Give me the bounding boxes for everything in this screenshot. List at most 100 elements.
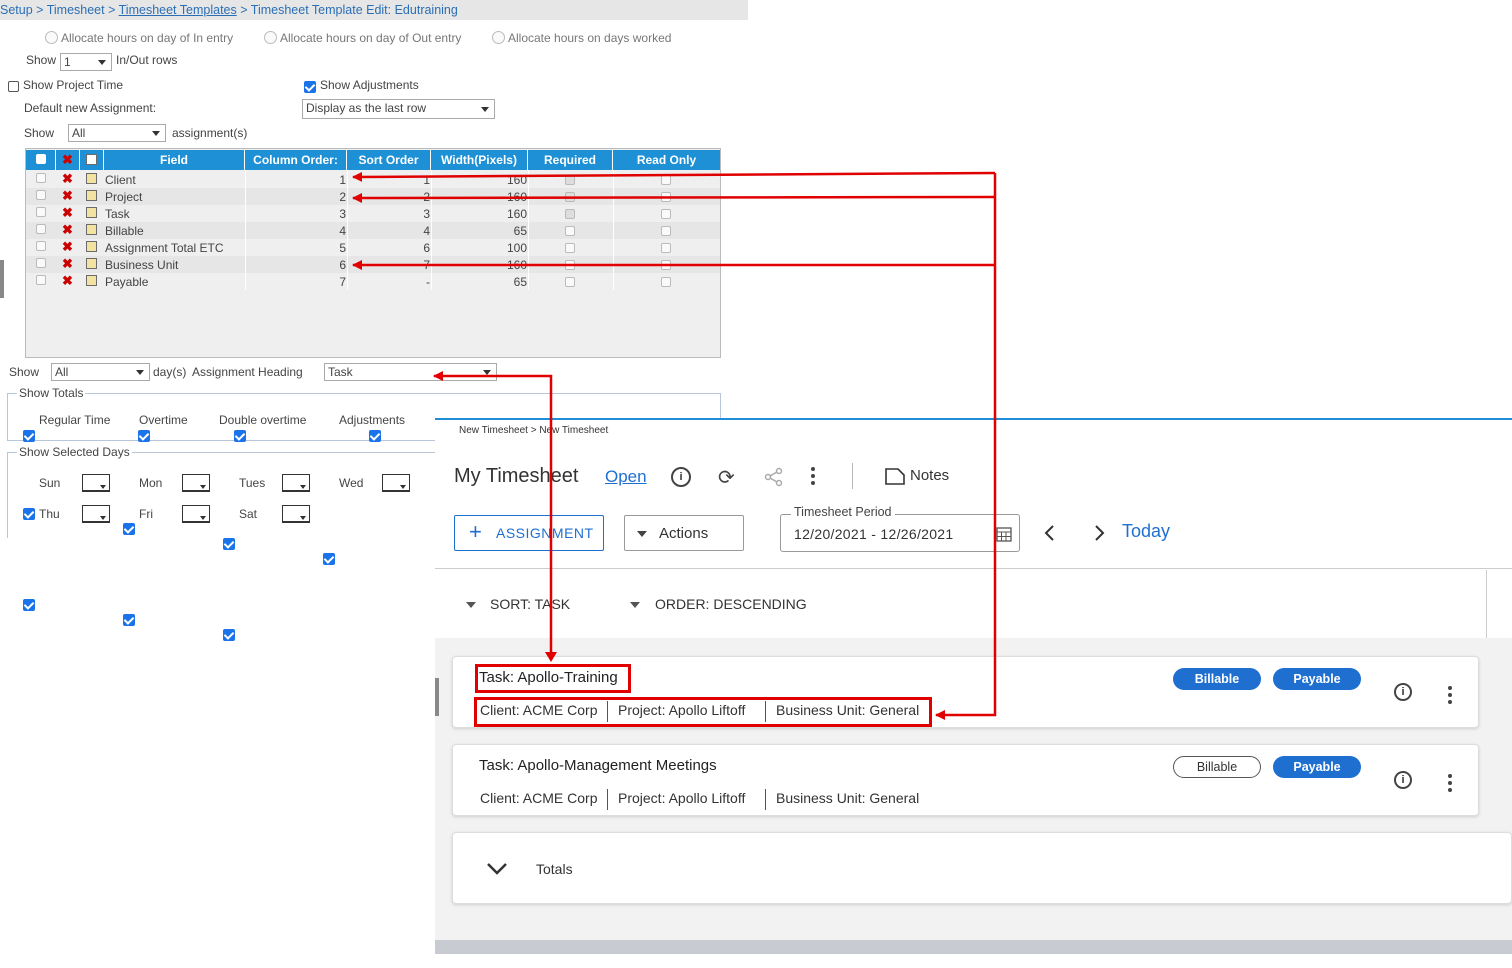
edit-icon[interactable]: [86, 190, 97, 201]
more-vert-icon[interactable]: [1448, 686, 1452, 707]
inout-rows-select[interactable]: 1: [60, 53, 112, 71]
payable-badge[interactable]: Payable: [1273, 756, 1361, 778]
day-checkbox[interactable]: [123, 523, 135, 535]
double-overtime-checkbox[interactable]: [233, 430, 246, 442]
row-read-only-checkbox[interactable]: [661, 277, 671, 287]
info-icon[interactable]: i: [1394, 683, 1412, 701]
regular-time-checkbox[interactable]: [23, 430, 35, 442]
breadcrumb-setup-link[interactable]: Setup: [0, 3, 33, 17]
breadcrumb-templates-link[interactable]: Timesheet Templates: [119, 3, 237, 17]
row-select-checkbox[interactable]: [36, 190, 46, 200]
actions-button[interactable]: Actions: [624, 515, 744, 551]
day-checkbox[interactable]: [23, 599, 35, 611]
row-select-checkbox[interactable]: [36, 241, 46, 251]
totals-card[interactable]: [452, 832, 1512, 904]
chevron-left-icon[interactable]: [1043, 524, 1057, 542]
day-select[interactable]: [282, 474, 310, 492]
row-required-checkbox[interactable]: [565, 260, 575, 270]
today-button[interactable]: Today: [1122, 521, 1170, 542]
row-read-only-checkbox[interactable]: [661, 192, 671, 202]
row-column-order[interactable]: 2: [248, 190, 346, 204]
chevron-right-icon[interactable]: [1092, 524, 1106, 542]
row-sort-order[interactable]: 7: [348, 258, 430, 272]
allocate-worked-radio[interactable]: [492, 31, 505, 44]
allocate-in-radio[interactable]: [45, 31, 58, 44]
row-select-checkbox[interactable]: [36, 224, 46, 234]
day-select[interactable]: [82, 474, 110, 492]
day-select[interactable]: [182, 474, 210, 492]
edit-icon[interactable]: [86, 258, 97, 269]
scroll-handle[interactable]: [0, 260, 4, 298]
row-read-only-checkbox[interactable]: [661, 243, 671, 253]
notes-icon[interactable]: [885, 468, 905, 485]
grid-header-column-order[interactable]: Column Order:: [245, 150, 347, 170]
row-sort-order[interactable]: 3: [348, 207, 430, 221]
day-checkbox[interactable]: [323, 553, 335, 565]
assignment-heading-select[interactable]: Task: [324, 363, 497, 381]
chevron-down-icon[interactable]: [486, 862, 508, 876]
grid-header-width[interactable]: Width(Pixels): [431, 150, 528, 170]
show-adjustments-checkbox[interactable]: [304, 81, 316, 93]
assignments-select[interactable]: All: [68, 124, 166, 142]
row-required-checkbox[interactable]: [565, 209, 575, 219]
delete-icon[interactable]: ✖: [62, 274, 73, 287]
day-select[interactable]: [382, 474, 410, 492]
row-select-checkbox[interactable]: [36, 207, 46, 217]
default-new-assignment-select[interactable]: Display as the last row: [302, 99, 495, 119]
refresh-icon[interactable]: ⟳: [718, 465, 735, 490]
row-width[interactable]: 65: [432, 224, 527, 238]
select-all-checkbox[interactable]: [35, 154, 46, 164]
row-width[interactable]: 160: [432, 258, 527, 272]
day-select[interactable]: [82, 505, 110, 523]
overtime-checkbox[interactable]: [138, 430, 151, 442]
info-icon[interactable]: i: [1394, 771, 1412, 789]
row-required-checkbox[interactable]: [565, 192, 575, 202]
info-icon[interactable]: i: [671, 467, 691, 487]
row-column-order[interactable]: 1: [248, 173, 346, 187]
day-checkbox[interactable]: [23, 508, 35, 520]
row-sort-order[interactable]: 1: [348, 173, 430, 187]
row-width[interactable]: 100: [432, 241, 527, 255]
more-vert-icon[interactable]: [811, 467, 815, 488]
notes-label[interactable]: Notes: [910, 467, 949, 484]
billable-badge[interactable]: Billable: [1173, 668, 1261, 690]
row-select-checkbox[interactable]: [36, 275, 46, 285]
grid-header-field[interactable]: Field: [104, 150, 245, 170]
more-vert-icon[interactable]: [1448, 774, 1452, 795]
edit-icon[interactable]: [86, 224, 97, 235]
row-column-order[interactable]: 4: [248, 224, 346, 238]
row-sort-order[interactable]: 2: [348, 190, 430, 204]
share-icon[interactable]: [764, 467, 784, 487]
row-select-checkbox[interactable]: [36, 173, 46, 183]
timesheet-breadcrumb[interactable]: New Timesheet > New Timesheet: [459, 425, 608, 436]
row-width[interactable]: 160: [432, 207, 527, 221]
delete-icon[interactable]: ✖: [62, 206, 73, 219]
edit-icon[interactable]: [86, 207, 97, 218]
days-select[interactable]: All: [51, 363, 150, 381]
scroll-handle[interactable]: [435, 678, 439, 716]
show-project-time-checkbox[interactable]: [8, 81, 19, 92]
billable-badge[interactable]: Billable: [1173, 756, 1261, 778]
row-sort-order[interactable]: -: [348, 275, 430, 289]
delete-icon[interactable]: ✖: [62, 257, 73, 270]
edit-icon[interactable]: [86, 275, 97, 286]
row-sort-order[interactable]: 6: [348, 241, 430, 255]
add-assignment-button[interactable]: + ASSIGNMENT: [454, 515, 604, 551]
order-dropdown[interactable]: ORDER: DESCENDING: [655, 596, 807, 612]
row-column-order[interactable]: 6: [248, 258, 346, 272]
delete-icon[interactable]: ✖: [62, 240, 73, 253]
row-required-checkbox[interactable]: [565, 175, 575, 185]
grid-header-read-only[interactable]: Read Only: [613, 150, 720, 170]
row-required-checkbox[interactable]: [565, 277, 575, 287]
row-read-only-checkbox[interactable]: [661, 226, 671, 236]
sort-dropdown[interactable]: SORT: TASK: [490, 596, 570, 612]
day-select[interactable]: [182, 505, 210, 523]
payable-badge[interactable]: Payable: [1273, 668, 1361, 690]
row-column-order[interactable]: 5: [248, 241, 346, 255]
status-link[interactable]: Open: [605, 467, 647, 487]
timesheet-period-field[interactable]: 12/20/2021 - 12/26/2021: [780, 514, 1020, 552]
row-width[interactable]: 65: [432, 275, 527, 289]
calendar-icon[interactable]: [996, 526, 1012, 542]
grid-header-required[interactable]: Required: [528, 150, 613, 170]
day-checkbox[interactable]: [123, 614, 135, 626]
